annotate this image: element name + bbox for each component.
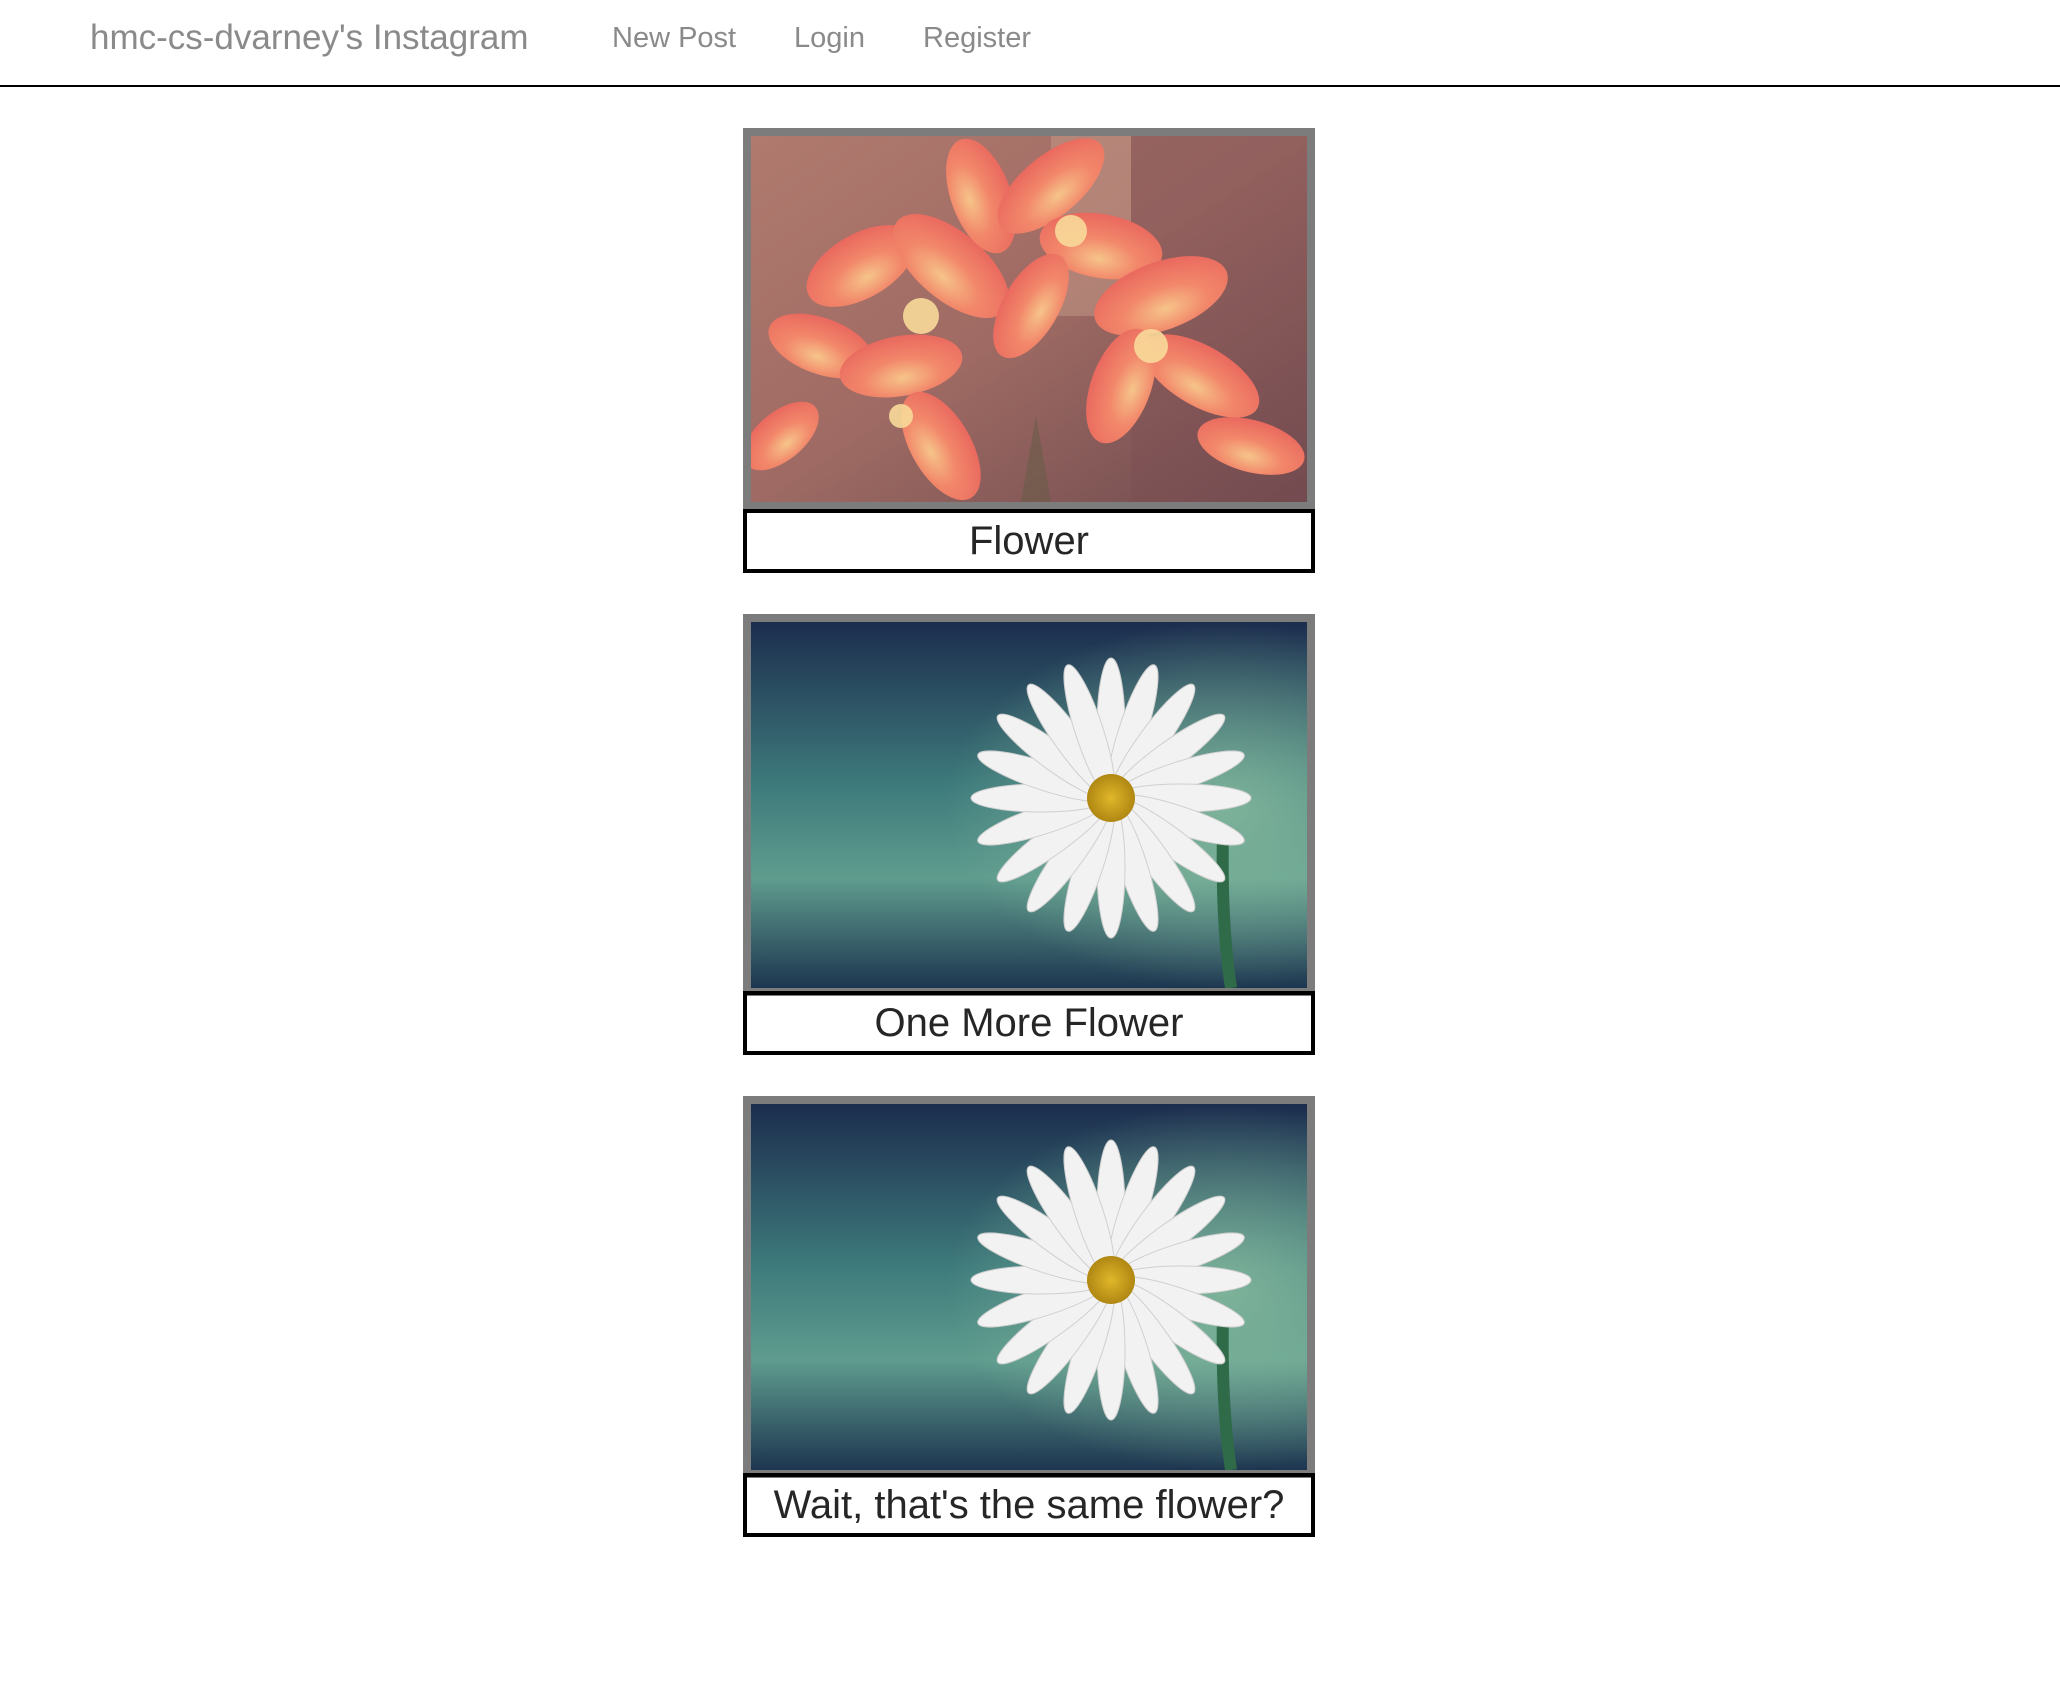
nav-register-link[interactable]: Register [923, 19, 1031, 57]
post-image-daisy [743, 614, 1315, 996]
post-image-flower [743, 128, 1315, 510]
nav-login-link[interactable]: Login [794, 19, 865, 57]
navbar: hmc-cs-dvarney's Instagram New Post Logi… [0, 0, 2060, 87]
post-caption: One More Flower [743, 991, 1315, 1055]
post-caption: Flower [743, 509, 1315, 573]
post-caption: Wait, that's the same flower? [743, 1473, 1315, 1537]
brand-link[interactable]: hmc-cs-dvarney's Instagram [90, 15, 528, 60]
post-image-daisy [743, 1096, 1315, 1478]
nav-new-post-link[interactable]: New Post [612, 19, 736, 57]
